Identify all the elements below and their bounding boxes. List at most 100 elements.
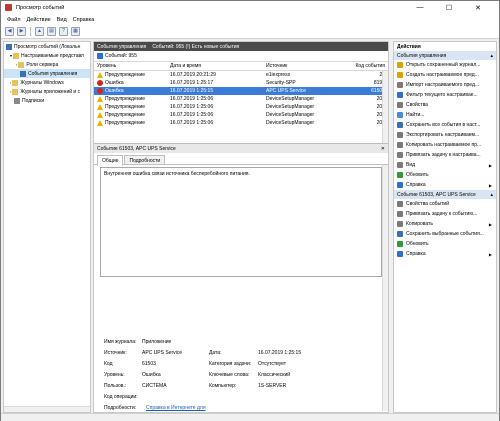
action-properties[interactable]: Свойства [394,100,496,110]
detail-scrollbar[interactable] [382,165,388,411]
table-row[interactable]: Предупреждение 16.07.2019 1:25:06 Device… [94,95,388,103]
refresh-icon [397,241,403,247]
tree-horizontal-scrollbar[interactable] [4,406,90,412]
expand-arrow-icon[interactable]: › [10,80,11,85]
table-row[interactable]: Предупреждение 16.07.2019 1:25:06 Device… [94,119,388,127]
minimize-button[interactable]: — [409,1,431,14]
event-message-box[interactable]: Внутренняя ошибка связи источника беспер… [100,167,382,277]
actions-section-event[interactable]: Событие 61503, APC UPS Service ▴ [394,190,496,199]
tab-details[interactable]: Подробности [124,155,166,164]
filter-bar: Событий: 955 [94,51,388,62]
action-save[interactable]: Сохранить все события в наст... [394,120,496,130]
collapse-arrow-icon[interactable]: ▾ [10,53,12,58]
tab-general[interactable]: Общие [97,155,124,166]
table-row-selected[interactable]: Ошибка 16.07.2019 1:25:15 APC UPS Servic… [94,87,388,95]
action-attach-task[interactable]: Привязать задачу к событию... [394,209,496,219]
tree-item-custom-views[interactable]: ▾ Настраиваемые представл [4,51,90,60]
action-import[interactable]: Импорт настраиваемого пред... [394,80,496,90]
filter-count: Событий: 955 [105,53,137,59]
action-open-log[interactable]: Открыть сохраненный журнал... [394,60,496,70]
collapse-arrow-icon[interactable]: ▴ [490,192,493,198]
action-label: Сохранить все события в наст... [406,122,481,128]
action-help[interactable]: Справка ▶ [394,180,496,190]
action-label: Вид [406,162,416,168]
action-refresh[interactable]: Обновить [394,170,496,180]
level-value: Ошибка [142,372,161,378]
action-create-view[interactable]: Создать настраиваемое пред... [394,70,496,80]
maximize-button[interactable]: ☐ [438,1,460,14]
action-find[interactable]: Найти... [394,110,496,120]
submenu-arrow-icon: ▶ [488,251,492,257]
user-label: Пользов.: [104,383,127,389]
row-date: 16.07.2019 1:25:06 [170,104,214,110]
tree-item-event-viewer[interactable]: Просмотр событий (Локальн [4,42,90,51]
filter-icon [97,53,103,59]
help-icon[interactable]: ? [59,27,68,36]
row-level: Предупреждение [105,72,146,78]
events-list-scrollbar[interactable] [382,71,388,143]
tree-item-label: Просмотр событий (Локальн [14,43,81,50]
tree-item-windows-logs[interactable]: › Журналы Windows [4,78,90,87]
action-view[interactable]: Вид ▶ [394,160,496,170]
expand-arrow-icon[interactable]: › [16,62,17,67]
row-source: Security-SPP [266,80,296,86]
action-save[interactable]: Сохранить выбранные события... [394,229,496,239]
table-row[interactable]: Ошибка 16.07.2019 1:25:17 Security-SPP 8… [94,79,388,87]
online-help-link[interactable]: Справка в Интернете для [146,405,206,411]
close-icon[interactable]: ✕ [381,146,385,152]
show-hide-pane-icon[interactable]: ▦ [71,27,80,36]
action-attach-task[interactable]: Привязать задачу к настраива... [394,150,496,160]
action-help[interactable]: Справка ▶ [394,249,496,259]
table-row[interactable]: Предупреждение 16.07.2019 20:21:29 e1iex… [94,71,388,79]
action-label: Экспортировать настраиваем... [406,132,480,138]
tree-item-label: Журналы Windows [20,79,64,86]
expand-arrow-icon[interactable]: › [10,89,11,94]
menu-action[interactable]: Действие [27,17,51,23]
computer-value: 1S-SERVER [258,383,287,389]
close-button[interactable]: ✕ [467,1,489,14]
column-source[interactable]: Источник [266,63,348,69]
date-value: 16.07.2019 1:25:15 [258,350,302,356]
action-label: Обновить [406,172,429,178]
tree-item-app-logs[interactable]: › Журналы приложений и с [4,87,90,96]
forward-arrow-icon[interactable]: ▶ [17,27,26,36]
table-row[interactable]: Предупреждение 16.07.2019 1:25:06 Device… [94,103,388,111]
menu-file[interactable]: Файл [7,17,21,23]
row-date: 16.07.2019 1:25:06 [170,96,214,102]
folder-up-icon[interactable]: ▲ [35,27,44,36]
action-event-properties[interactable]: Свойства событий [394,199,496,209]
back-arrow-icon[interactable]: ◀ [5,27,14,36]
event-detail-title: Событие 61503, APC UPS Service [97,145,176,152]
action-filter[interactable]: Фильтр текущего настраивае... [394,90,496,100]
action-copy[interactable]: Копировать настраиваемое пр... [394,140,496,150]
warning-icon [97,112,103,118]
row-source: DeviceSetupManager [266,96,315,102]
import-icon [397,82,403,88]
collapse-arrow-icon[interactable]: ▴ [490,53,493,59]
column-level[interactable]: Уровень [94,63,170,69]
menu-view[interactable]: Вид [57,17,67,23]
console-tree-icon[interactable]: ▤ [47,27,56,36]
task-category-label: Категория задачи: [209,361,252,367]
refresh-icon [397,172,403,178]
action-copy[interactable]: Копировать ▶ [394,219,496,229]
tree-item-admin-events[interactable]: События управления [4,69,90,78]
actions-section-admin-events[interactable]: События управления ▴ [394,51,496,60]
menu-bar: Файл Действие Вид Справка [1,14,499,25]
action-refresh[interactable]: Обновить [394,239,496,249]
tree-item-label: Настраиваемые представл [21,52,84,59]
column-event-id[interactable]: Код события [348,63,388,69]
row-source: DeviceSetupManager [266,112,315,118]
action-export[interactable]: Экспортировать настраиваем... [394,130,496,140]
filter-icon [20,70,26,77]
row-source: DeviceSetupManager [266,120,315,126]
tree-item-subscriptions[interactable]: Подписки [4,96,90,105]
opcode-label: Код операции: [104,394,138,400]
create-view-icon [397,72,403,78]
table-row[interactable]: Предупреждение 16.07.2019 1:25:06 Device… [94,111,388,119]
column-datetime[interactable]: Дата и время [170,63,266,69]
action-label: Фильтр текущего настраивае... [406,92,478,98]
tree-item-server-roles[interactable]: › Роли сервера [4,60,90,69]
menu-help[interactable]: Справка [73,17,95,23]
tree-item-label: События управления [28,70,78,77]
